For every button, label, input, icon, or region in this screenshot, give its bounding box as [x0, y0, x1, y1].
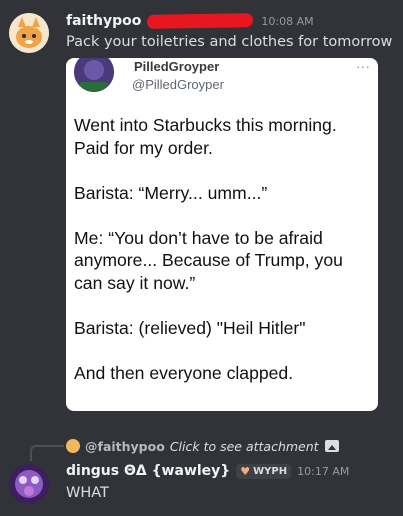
message-header: dingus ΘΔ {wawley} ♥ WYPH 10:17 AM [66, 462, 349, 480]
timestamp: 10:08 AM [261, 14, 314, 28]
avatar-faithypoo[interactable] [9, 13, 49, 53]
reply-text[interactable]: Click to see attachment [170, 439, 319, 454]
reply-username[interactable]: @faithypoo [85, 439, 165, 454]
message-text: WHAT [66, 485, 109, 501]
username[interactable]: faithypoo [66, 13, 141, 29]
tweet-body: Went into Starbucks this morning. Paid f… [74, 115, 343, 383]
redaction-mark [147, 13, 254, 29]
username[interactable]: dingus ΘΔ {wawley} [66, 463, 230, 479]
message-header: faithypoo 10:08 AM [66, 12, 314, 30]
tweet-handle: @PilledGroyper [132, 77, 224, 92]
image-icon [324, 440, 339, 452]
image-attachment[interactable]: PilledGroyper @PilledGroyper ··· Went in… [66, 58, 378, 411]
reply-avatar [66, 439, 80, 453]
reply-preview[interactable]: @faithypoo Click to see attachment [66, 437, 339, 455]
more-icon: ··· [356, 58, 370, 74]
tweet-display-name: PilledGroyper [134, 59, 220, 74]
guild-tag-label: WYPH [253, 465, 288, 477]
heart-icon: ♥ [240, 464, 251, 478]
avatar-dingus[interactable] [9, 464, 49, 504]
tweet-avatar [74, 58, 114, 92]
guild-tag[interactable]: ♥ WYPH [236, 463, 292, 479]
message-text: Pack your toiletries and clothes for tom… [66, 34, 393, 50]
timestamp: 10:17 AM [297, 464, 350, 478]
reply-connector [30, 445, 64, 461]
